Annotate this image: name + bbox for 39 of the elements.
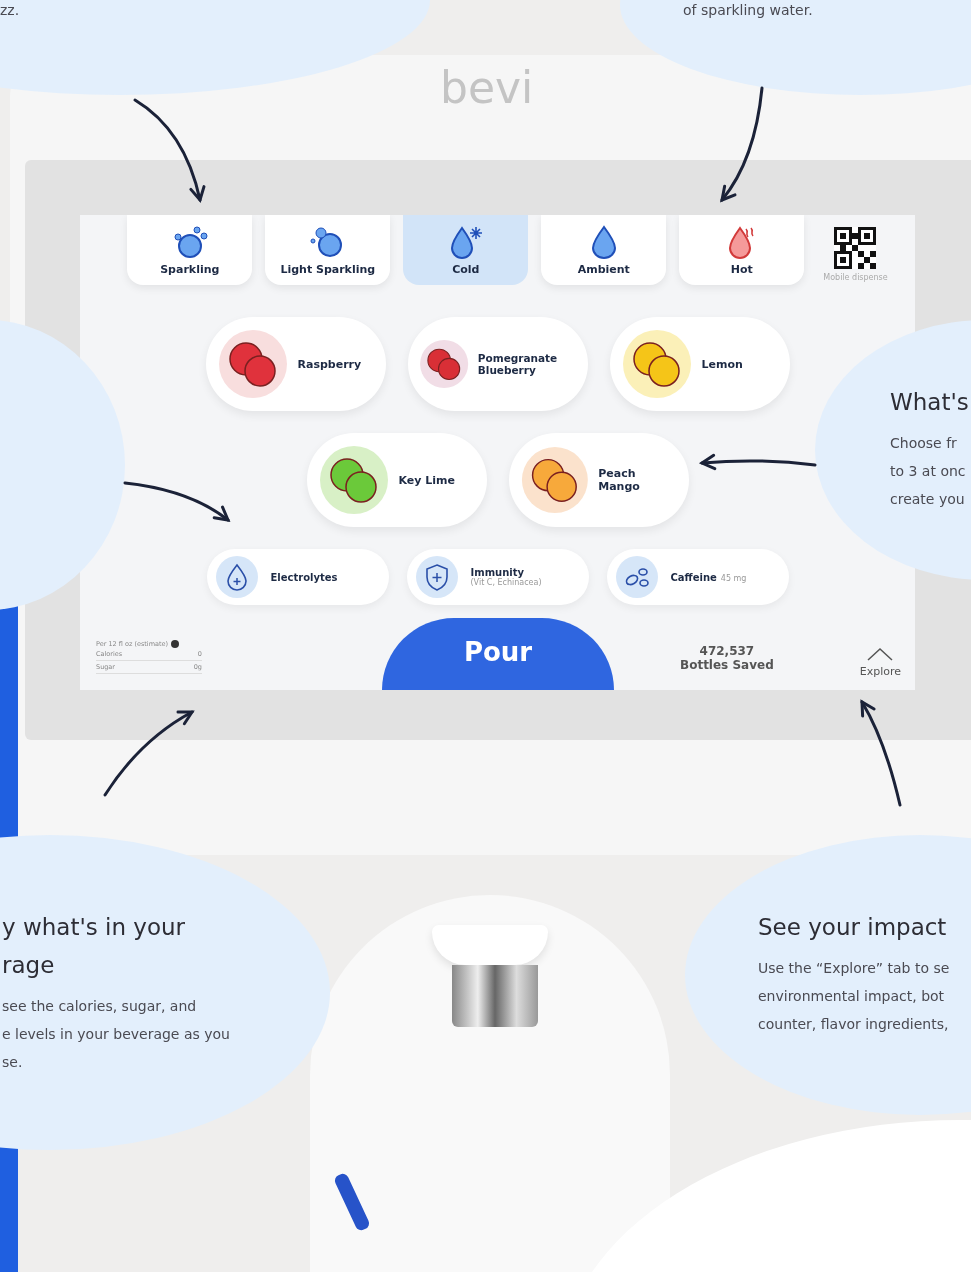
drop-plus-icon	[214, 555, 259, 599]
callout-text: environmental impact, bot	[758, 987, 946, 1006]
callout-title: See your impact	[758, 913, 948, 942]
callout-text: of sparkling water.	[683, 1, 813, 20]
temperature-tab[interactable]: Light Sparkling	[265, 215, 391, 285]
boost-button[interactable]: Electrolytes	[206, 549, 389, 605]
qr-code-icon[interactable]	[834, 227, 877, 269]
boost-button[interactable]: Caffeine 45 mg	[606, 549, 789, 605]
chevron-up-icon	[867, 647, 894, 661]
flavor-button[interactable]: Lemon	[609, 317, 790, 411]
callout-text: see the calories, sugar, and	[2, 997, 198, 1016]
flavor-button[interactable]: Pomegranate Blueberry	[407, 317, 588, 411]
callout-text: counter, flavor ingredients,	[758, 1015, 950, 1034]
flavor-button[interactable]: Peach Mango	[508, 433, 689, 527]
temperature-tab[interactable]: Hot	[679, 215, 805, 285]
callout-text: create you	[890, 490, 966, 509]
explore-button[interactable]: Explore	[859, 647, 901, 690]
callout-text: to 3 at onc	[890, 462, 967, 481]
temperature-tab[interactable]: Ambient	[541, 215, 667, 285]
callout-text: Choose fr	[890, 434, 958, 453]
bottles-label: Bottles Saved	[680, 658, 774, 672]
callout-text: se.	[2, 1053, 24, 1072]
pour-button[interactable]: Pour	[382, 618, 614, 690]
callout-title: What's	[890, 388, 969, 417]
callout-text: Use the “Explore” tab to se	[758, 959, 950, 978]
temperature-tab[interactable]: Cold	[403, 215, 529, 285]
qr-caption: Mobile dispense	[823, 273, 888, 282]
callout-title: y what's in your	[2, 913, 187, 942]
bottles-count: 472,537	[699, 644, 755, 658]
coffee-beans-icon	[614, 555, 659, 599]
info-icon[interactable]	[171, 640, 180, 648]
flavor-button[interactable]: Key Lime	[306, 433, 487, 527]
temperature-tab[interactable]: Sparkling	[127, 215, 253, 285]
callout-text: e levels in your beverage as you	[2, 1025, 230, 1044]
callout-title: rage	[2, 951, 56, 980]
flavor-button[interactable]: Raspberry	[205, 317, 386, 411]
callout-text: zz.	[0, 1, 20, 20]
boost-button[interactable]: Immunity (Vit C, Echinacea)	[406, 549, 589, 605]
shield-plus-icon	[414, 555, 459, 599]
